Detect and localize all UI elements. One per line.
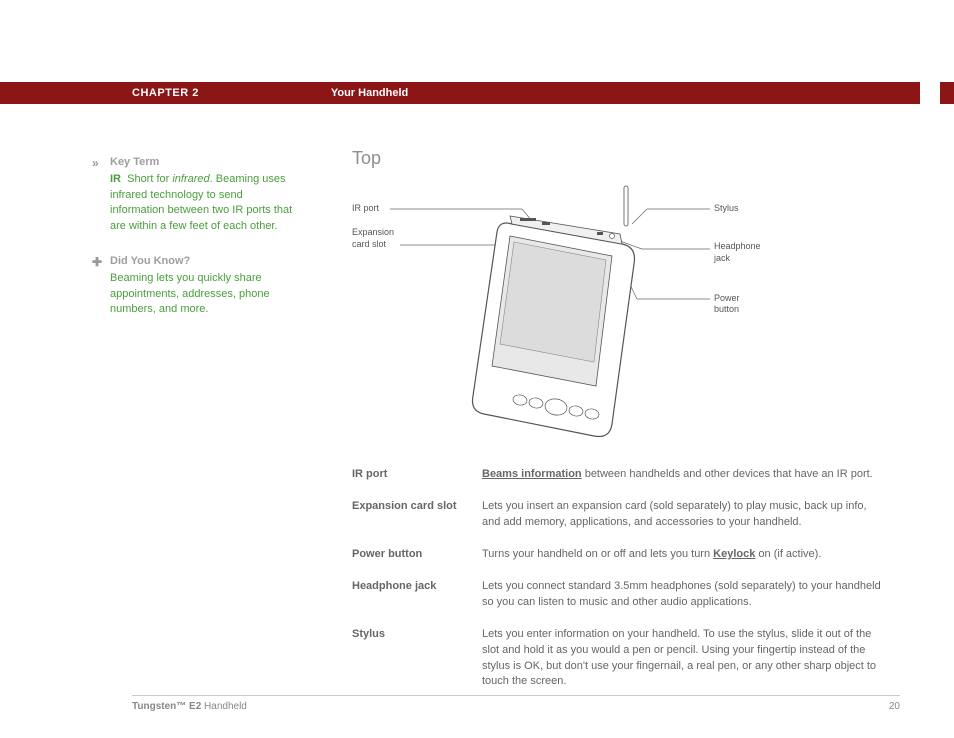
- def-desc: Beams information between handhelds and …: [482, 467, 882, 483]
- def-desc: Turns your handheld on or off and lets y…: [482, 547, 882, 563]
- chapter-title: Your Handheld: [331, 87, 408, 99]
- def-row: Headphone jack Lets you connect standard…: [352, 579, 882, 611]
- link-keylock[interactable]: Keylock: [713, 548, 755, 560]
- def-row: Expansion card slot Lets you insert an e…: [352, 499, 882, 531]
- chapter-header: CHAPTER 2 Your Handheld: [0, 82, 954, 104]
- key-term-term: IR: [110, 173, 121, 185]
- key-term-heading: Key Term: [110, 155, 300, 170]
- def-term: IR port: [352, 467, 482, 483]
- def-term: Power button: [352, 547, 482, 563]
- diagram-svg: [352, 179, 732, 459]
- def-term: Expansion card slot: [352, 499, 482, 531]
- plus-icon: ✚: [92, 254, 102, 271]
- did-you-know-body: Beaming lets you quickly share appointme…: [110, 271, 300, 317]
- sidebar: » Key Term IR Short for infrared. Beamin…: [110, 155, 300, 338]
- section-title: Top: [352, 148, 882, 169]
- def-row: IR port Beams information between handhe…: [352, 467, 882, 483]
- def-term: Headphone jack: [352, 579, 482, 611]
- device-diagram: IR port Expansion card slot Stylus Headp…: [352, 179, 732, 459]
- page-number: 20: [889, 701, 900, 712]
- page-footer: Tungsten™ E2 Handheld 20: [132, 701, 900, 712]
- did-you-know-heading: Did You Know?: [110, 254, 300, 269]
- definitions-table: IR port Beams information between handhe…: [352, 467, 882, 690]
- link-beams[interactable]: Beams information: [482, 468, 582, 480]
- product-name: Tungsten™ E2 Handheld: [132, 701, 247, 712]
- def-desc: Lets you enter information on your handh…: [482, 627, 882, 691]
- footer-divider: [132, 695, 900, 696]
- key-term-icon: »: [92, 155, 99, 172]
- def-term: Stylus: [352, 627, 482, 691]
- def-desc: Lets you connect standard 3.5mm headphon…: [482, 579, 882, 611]
- did-you-know-block: ✚ Did You Know? Beaming lets you quickly…: [110, 254, 300, 318]
- def-row: Stylus Lets you enter information on you…: [352, 627, 882, 691]
- main-content: Top IR port Expansion card slot Stylus H…: [352, 148, 882, 706]
- def-desc: Lets you insert an expansion card (sold …: [482, 499, 882, 531]
- chapter-number: CHAPTER 2: [132, 87, 199, 99]
- key-term-block: » Key Term IR Short for infrared. Beamin…: [110, 155, 300, 234]
- def-row: Power button Turns your handheld on or o…: [352, 547, 882, 563]
- key-term-body: IR Short for infrared. Beaming uses infr…: [110, 172, 300, 234]
